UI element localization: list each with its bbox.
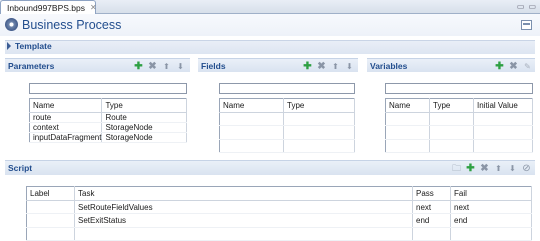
parameters-toolbar: ✚ ✖ ⬆ ⬇: [134, 60, 185, 72]
plus-icon[interactable]: ✚: [134, 61, 143, 71]
script-label: Script: [8, 163, 33, 173]
table-row: [219, 112, 355, 127]
script-fail-cell: next: [450, 200, 532, 215]
table-row[interactable]: SetRouteFieldValues next next: [26, 200, 532, 215]
form-header: Business Process: [0, 14, 540, 36]
fields-table: Name Type: [219, 98, 355, 154]
param-name: inputDataFragment: [29, 132, 103, 143]
script-task-cell: SetRouteFieldValues: [74, 200, 413, 215]
column-header[interactable]: Pass: [412, 186, 451, 201]
fields-panel: Fields ✚ ✖ ⬆ ⬇ Name Type: [198, 58, 358, 158]
table-row[interactable]: inputDataFragment StorageNode: [29, 132, 187, 143]
column-header[interactable]: Name: [29, 98, 103, 113]
variables-panel: Variables ✚ ✖ ✎ Name Type Initial Value: [367, 58, 535, 158]
expand-arrow-icon[interactable]: [7, 42, 11, 50]
param-name: context: [29, 122, 103, 133]
table-row[interactable]: route Route: [29, 112, 187, 123]
arrow-up-icon[interactable]: ⬆: [494, 164, 503, 173]
variables-header: Variables ✚ ✖ ✎: [367, 58, 535, 72]
script-pass-cell: next: [412, 200, 451, 215]
table-row: [219, 125, 355, 140]
x-icon[interactable]: ✖: [148, 61, 157, 71]
script-table: Label Task Pass Fail SetRouteFieldValues…: [26, 186, 532, 241]
table-row[interactable]: context StorageNode: [29, 122, 187, 133]
arrow-down-icon[interactable]: ⬇: [345, 62, 354, 71]
column-header[interactable]: Fail: [450, 186, 532, 201]
form-menu-icon[interactable]: [521, 20, 532, 30]
arrow-up-icon[interactable]: ⬆: [331, 62, 340, 71]
column-header[interactable]: Label: [26, 186, 75, 201]
maximize-icon[interactable]: ▭: [528, 2, 536, 11]
business-process-icon: [5, 18, 18, 31]
column-header[interactable]: Initial Value: [473, 98, 533, 113]
template-section: Template: [0, 38, 540, 56]
template-label[interactable]: Template: [15, 41, 52, 51]
table-row[interactable]: SetExitStatus end end: [26, 213, 532, 228]
table-row: [385, 125, 533, 140]
script-label-cell: [26, 213, 75, 228]
window-controls: ▭ ▭: [517, 2, 536, 11]
form-title: Business Process: [22, 18, 122, 32]
param-type: Route: [101, 112, 187, 123]
script-task-cell: SetExitStatus: [74, 213, 413, 228]
fields-filter-input[interactable]: [219, 83, 355, 94]
script-pass-cell: end: [412, 213, 451, 228]
pencil-icon[interactable]: ✎: [523, 62, 532, 71]
x-icon[interactable]: ✖: [317, 61, 326, 71]
column-header[interactable]: Type: [429, 98, 474, 113]
close-tab-icon[interactable]: ✕: [90, 3, 97, 12]
parameters-label: Parameters: [8, 61, 55, 71]
plus-icon[interactable]: ✚: [303, 61, 312, 71]
table-row: [385, 139, 533, 154]
fields-header: Fields ✚ ✖ ⬆ ⬇: [198, 58, 358, 72]
plus-icon[interactable]: ✚: [495, 61, 504, 71]
script-toolbar: 🗀 ✚ ✖ ⬆ ⬇ ⊘: [452, 162, 531, 174]
editor-tab-strip: Inbound997BPS.bps ✕ ▭ ▭: [0, 0, 540, 14]
editor-tab[interactable]: Inbound997BPS.bps ✕: [0, 0, 97, 14]
x-icon[interactable]: ✖: [509, 61, 518, 71]
column-header[interactable]: Name: [385, 98, 430, 113]
minimize-icon[interactable]: ▭: [517, 2, 525, 11]
param-type: StorageNode: [101, 122, 187, 133]
template-section-header[interactable]: [5, 40, 535, 54]
parameters-header: Parameters ✚ ✖ ⬆ ⬇: [5, 58, 190, 72]
x-icon[interactable]: ✖: [480, 163, 489, 173]
param-type: StorageNode: [101, 132, 187, 143]
column-header[interactable]: Type: [101, 98, 187, 113]
column-header[interactable]: Type: [283, 98, 355, 113]
arrow-down-icon[interactable]: ⬇: [176, 62, 185, 71]
tab-title: Inbound997BPS.bps: [7, 2, 85, 13]
variables-toolbar: ✚ ✖ ✎: [495, 60, 532, 72]
folder-icon[interactable]: 🗀: [452, 163, 461, 173]
column-header[interactable]: Task: [74, 186, 413, 201]
fields-label: Fields: [201, 61, 226, 71]
script-fail-cell: end: [450, 213, 532, 228]
variables-filter-input[interactable]: [385, 83, 533, 94]
arrow-up-icon[interactable]: ⬆: [162, 62, 171, 71]
parameters-filter-input[interactable]: [29, 83, 187, 94]
variables-table: Name Type Initial Value: [385, 98, 533, 154]
column-header[interactable]: Name: [219, 98, 284, 113]
no-entry-icon[interactable]: ⊘: [522, 163, 531, 173]
table-row: [26, 227, 532, 241]
script-label-cell: [26, 200, 75, 215]
arrow-down-icon[interactable]: ⬇: [508, 164, 517, 173]
plus-icon[interactable]: ✚: [466, 163, 475, 173]
table-row: [385, 112, 533, 127]
variables-label: Variables: [370, 61, 408, 71]
param-name: route: [29, 112, 103, 123]
parameters-table: Name Type route Route context StorageNod…: [29, 98, 187, 143]
script-header: Script 🗀 ✚ ✖ ⬆ ⬇ ⊘: [5, 160, 535, 175]
table-row: [219, 139, 355, 154]
parameters-panel: Parameters ✚ ✖ ⬆ ⬇ Name Type route Route…: [5, 58, 190, 158]
fields-toolbar: ✚ ✖ ⬆ ⬇: [303, 60, 354, 72]
